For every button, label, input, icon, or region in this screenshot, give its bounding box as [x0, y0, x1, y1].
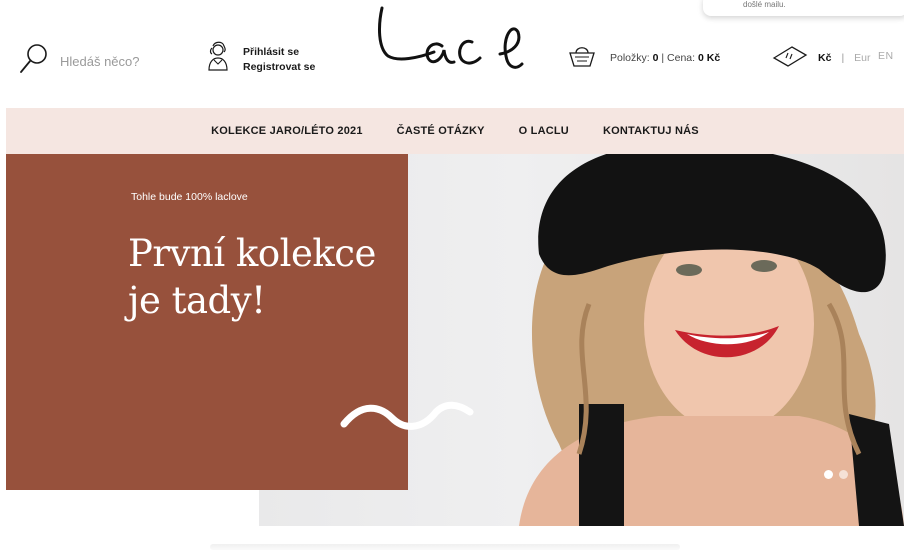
currency-eur[interactable]: Eur: [854, 52, 870, 64]
banknote-icon: [772, 44, 808, 71]
bottom-divider: [210, 544, 680, 550]
search-icon[interactable]: [18, 42, 50, 81]
cart-items-count: 0: [652, 51, 659, 64]
nav-item-faq[interactable]: ČASTÉ OTÁZKY: [397, 125, 485, 137]
search-input[interactable]: Hledáš něco?: [60, 54, 140, 69]
account-area: Přihlásit se Registrovat se: [205, 40, 315, 79]
cart-text: Položky: 0 | Cena: 0 Kč: [610, 52, 720, 64]
basket-icon[interactable]: [568, 44, 596, 71]
nav-item-collection[interactable]: KOLEKCE JARO/LÉTO 2021: [211, 125, 363, 137]
site-header: došlé mailu. Hledáš něco? Přihlásit se R…: [0, 0, 904, 108]
site-logo[interactable]: [372, 4, 532, 84]
cart-price-value: 0 Kč: [697, 51, 721, 64]
nav-item-about[interactable]: O LACLU: [519, 125, 569, 137]
account-links: Přihlásit se Registrovat se: [243, 46, 315, 74]
currency-czk[interactable]: Kč: [818, 52, 831, 64]
hero-slider: Tohle bude 100% laclove První kolekce je…: [6, 154, 904, 526]
main-nav: KOLEKCE JARO/LÉTO 2021 ČASTÉ OTÁZKY O LA…: [6, 108, 904, 154]
register-link[interactable]: Registrovat se: [243, 61, 315, 74]
login-link[interactable]: Přihlásit se: [243, 46, 315, 59]
cart-summary[interactable]: Položky: 0 | Cena: 0 Kč: [568, 44, 720, 71]
toast-text: došlé mailu.: [743, 0, 786, 9]
search-box[interactable]: Hledáš něco?: [18, 42, 140, 81]
hero-title: První kolekce je tady!: [128, 230, 388, 324]
currency-switcher: Kč | Eur: [772, 44, 871, 71]
user-avatar-icon[interactable]: [205, 40, 231, 79]
cart-price-label: Cena:: [667, 51, 696, 64]
hero-title-line-2: je tady!: [128, 279, 266, 322]
squiggle-decoration: [340, 398, 476, 439]
currency-separator: |: [841, 51, 845, 64]
hero-text-panel: Tohle bude 100% laclove První kolekce je…: [6, 154, 408, 490]
hero-eyebrow: Tohle bude 100% laclove: [131, 191, 248, 203]
slider-dot-2[interactable]: [839, 470, 848, 479]
language-switch[interactable]: EN: [878, 50, 894, 62]
slider-dot-1[interactable]: [824, 470, 833, 479]
notification-toast: došlé mailu.: [703, 0, 904, 16]
slider-dots: [824, 470, 848, 479]
nav-item-contact[interactable]: KONTAKTUJ NÁS: [603, 125, 699, 137]
hero-title-line-1: První kolekce: [128, 232, 376, 275]
cart-items-label: Položky:: [610, 51, 650, 64]
